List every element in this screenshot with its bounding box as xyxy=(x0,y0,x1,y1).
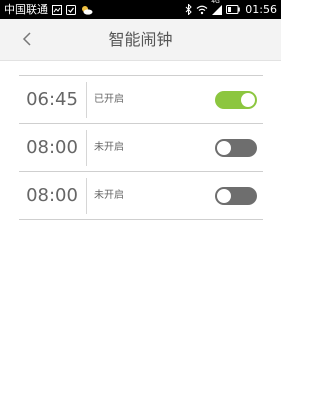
alarm-status: 未开启 xyxy=(94,190,124,201)
alarm-toggle[interactable] xyxy=(215,139,257,157)
alarm-status: 未开启 xyxy=(94,142,124,153)
battery-icon xyxy=(226,5,241,14)
weather-icon xyxy=(80,5,93,15)
page-title: 智能闹钟 xyxy=(108,30,173,49)
toggle-knob xyxy=(241,93,255,107)
divider xyxy=(86,178,87,214)
status-left: 中国联通 xyxy=(4,0,93,19)
status-right: 4G 01:56 xyxy=(181,0,277,19)
toggle-knob xyxy=(217,189,231,203)
alarm-time: 08:00 xyxy=(26,185,78,206)
network-type-label: 4G xyxy=(211,0,220,5)
alarm-time: 06:45 xyxy=(26,89,78,110)
title-bar: 智能闹钟 xyxy=(0,19,281,61)
alarm-status: 已开启 xyxy=(94,94,124,105)
status-bar: 中国联通 4G 01:56 xyxy=(0,0,281,19)
bluetooth-icon xyxy=(185,4,193,15)
alarm-toggle[interactable] xyxy=(215,91,257,109)
divider xyxy=(86,82,87,118)
wifi-icon xyxy=(196,5,208,15)
divider xyxy=(86,130,87,166)
notification-icon xyxy=(66,4,76,15)
alarm-list: 06:45 已开启 08:00 未开启 08:00 未开启 xyxy=(19,75,263,220)
alarm-row[interactable]: 08:00 未开启 xyxy=(19,124,263,172)
alarm-toggle[interactable] xyxy=(215,187,257,205)
toggle-knob xyxy=(217,141,231,155)
carrier-label: 中国联通 xyxy=(4,3,48,16)
alarm-row[interactable]: 06:45 已开启 xyxy=(19,76,263,124)
clock-time: 01:56 xyxy=(245,3,277,16)
signal-icon: 4G xyxy=(211,0,223,15)
alarm-row[interactable]: 08:00 未开启 xyxy=(19,172,263,220)
sim-card-icon xyxy=(52,4,62,15)
alarm-time: 08:00 xyxy=(26,137,78,158)
